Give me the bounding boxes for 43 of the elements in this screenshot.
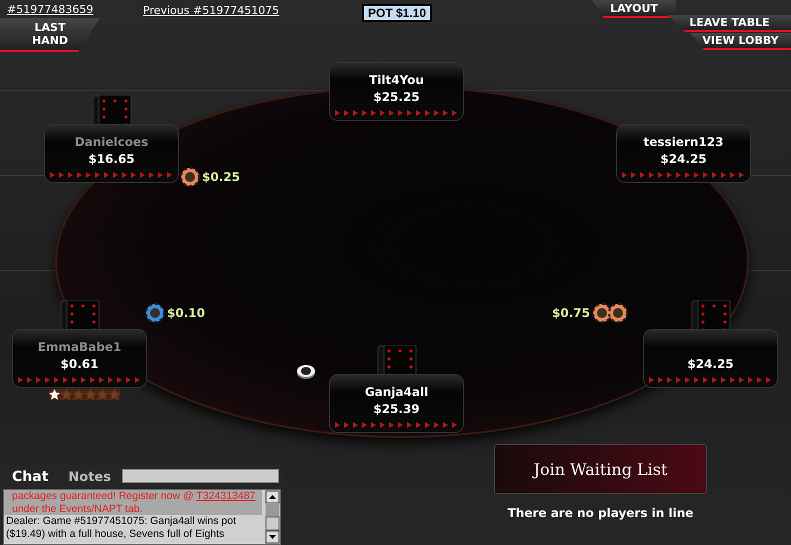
player-name: Ganja4all — [364, 385, 428, 399]
star-icon — [85, 389, 96, 400]
bet-amount: $0.25 — [202, 170, 240, 184]
bet-amount: $0.10 — [167, 306, 205, 320]
waiting-list-status: There are no players in line — [506, 506, 694, 520]
player-name: EmmaBabe1 — [38, 340, 122, 354]
player-name: Danielcoes — [74, 135, 148, 149]
chip-stack: $16.65 — [88, 152, 135, 166]
seat-panel[interactable]: Ganja4all $25.39 — [330, 375, 463, 432]
menu-button[interactable]: VIEW LOBBY — [690, 33, 791, 50]
chip-stack: $25.25 — [373, 90, 420, 104]
chat-tab[interactable]: Chat — [12, 469, 48, 485]
seat-panel[interactable]: Tilt4You $25.25 — [330, 63, 463, 120]
previous-hand-link[interactable]: Previous #51977451075 — [143, 4, 280, 17]
star-icon — [73, 389, 84, 400]
join-waiting-list-button[interactable]: Join Waiting List — [494, 444, 707, 494]
star-icon — [61, 389, 72, 400]
chip-stack: $24.25 — [687, 357, 734, 371]
chat-message: ($19.49) with a full house, Sevens full of Eights — [5, 528, 226, 540]
star-icon — [109, 389, 120, 400]
menu-button[interactable]: LAYOUT — [592, 0, 676, 18]
star-icon — [97, 389, 108, 400]
chip-stack: $24.25 — [660, 152, 707, 166]
player-name: tessiern123 — [644, 135, 724, 149]
chat-tab[interactable]: Notes — [68, 469, 111, 485]
last-hand-button[interactable]: LAST HAND — [0, 18, 100, 52]
player-name: Tilt4You — [369, 73, 424, 87]
chip-stack: $0.61 — [60, 357, 98, 371]
chat-message: packages guaranteed! Register now @ T324313487 — [4, 490, 262, 502]
chat-input-field[interactable] — [122, 469, 279, 483]
scrollbar[interactable] — [265, 490, 280, 544]
menu-button[interactable]: LEAVE TABLE — [668, 15, 791, 32]
chat-message: Dealer: Game #51977451075: Ganja4all wins pot — [5, 515, 237, 528]
seat-panel[interactable]: EmmaBabe1 $0.61 — [13, 330, 146, 387]
seat-panel[interactable]: $24.25 — [644, 330, 777, 387]
seat-panel[interactable]: tessiern123 $24.25 — [617, 125, 750, 182]
seat-panel[interactable]: Danielcoes $16.65 — [45, 125, 178, 182]
star-icon — [49, 389, 60, 400]
pot-label: POT $1.10 — [362, 4, 432, 22]
bet-amount: $0.75 — [552, 306, 590, 320]
chip-stack: $25.39 — [373, 402, 420, 416]
hand-number-link[interactable]: #51977483659 — [7, 3, 94, 16]
chat-message: under the Events/NAPT tab. — [4, 502, 262, 515]
